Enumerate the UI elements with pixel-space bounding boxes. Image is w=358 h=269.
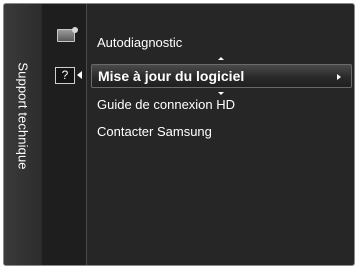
help-icon[interactable]: ? <box>55 67 75 84</box>
category-sidebar: Support technique <box>4 4 42 265</box>
menu-item-label: Mise à jour du logiciel <box>98 68 245 84</box>
picture-icon[interactable] <box>57 27 78 42</box>
scroll-down-icon <box>218 92 224 95</box>
menu-item-contacter-samsung[interactable]: Contacter Samsung <box>97 124 212 139</box>
menu-item-mise-a-jour-logiciel[interactable]: Mise à jour du logiciel <box>91 64 352 88</box>
selection-pointer-icon <box>77 71 82 79</box>
menu-item-autodiagnostic[interactable]: Autodiagnostic <box>97 35 182 50</box>
scroll-up-icon <box>218 57 224 60</box>
osd-menu-window: Support technique ? Autodiagnostic Mise … <box>3 3 355 266</box>
category-title: Support technique <box>15 62 31 170</box>
chevron-right-icon <box>337 74 341 80</box>
menu-icon-column: ? <box>42 4 86 265</box>
menu-item-guide-connexion-hd[interactable]: Guide de connexion HD <box>97 97 235 112</box>
submenu-list: Autodiagnostic Mise à jour du logiciel G… <box>87 4 354 265</box>
